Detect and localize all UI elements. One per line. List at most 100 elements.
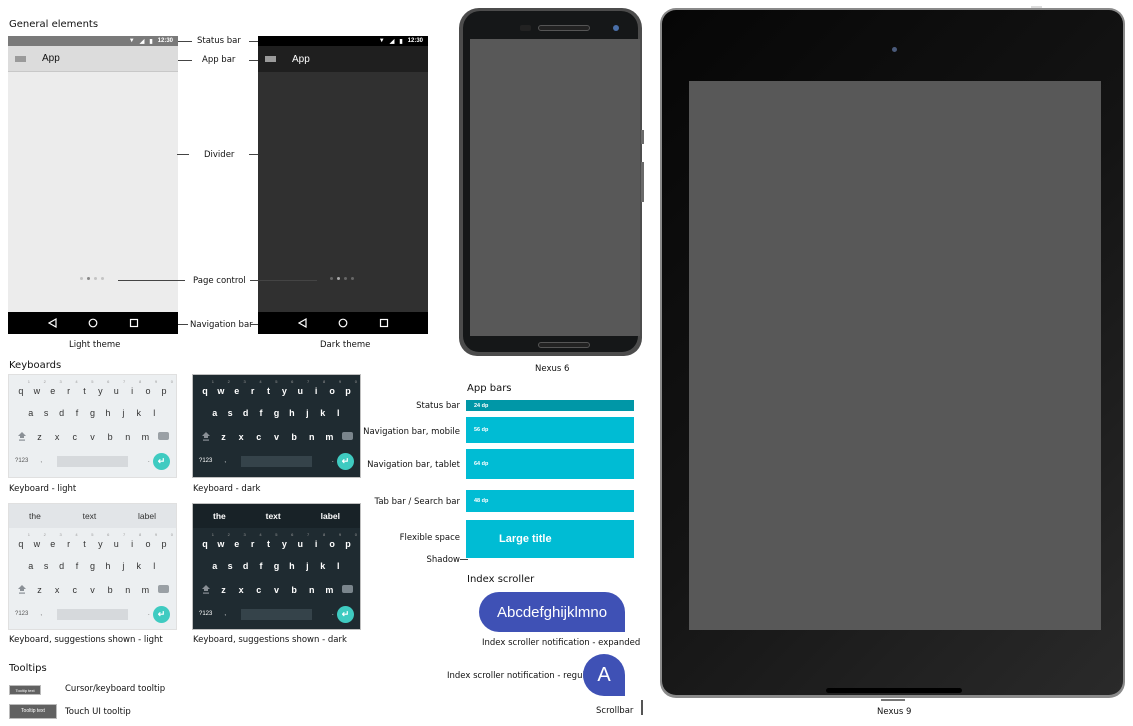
key[interactable]: j (301, 561, 313, 571)
key[interactable]: n (122, 585, 134, 595)
suggestion-item[interactable]: text (83, 511, 97, 521)
comma-key[interactable]: , (224, 458, 226, 464)
key[interactable]: m (139, 432, 151, 442)
key[interactable]: c (69, 585, 81, 595)
period-key[interactable]: . (148, 611, 150, 617)
comma-key[interactable]: , (40, 458, 42, 464)
key[interactable]: z (33, 432, 45, 442)
key[interactable]: c (253, 432, 265, 442)
key[interactable]: x (51, 585, 63, 595)
page-dot[interactable] (101, 277, 104, 280)
home-icon[interactable] (88, 318, 98, 328)
key[interactable]: a (209, 561, 221, 571)
key[interactable]: s (224, 561, 236, 571)
key[interactable]: y6 (278, 379, 294, 396)
key[interactable]: a (25, 408, 37, 418)
key[interactable]: f (71, 408, 83, 418)
symbols-key[interactable]: ?123 (199, 458, 212, 464)
key[interactable]: p0 (342, 379, 357, 396)
enter-key[interactable]: ↵ (153, 605, 170, 623)
key[interactable]: m (323, 432, 335, 442)
suggestion-item[interactable]: the (29, 511, 41, 521)
scrollbar-thumb[interactable] (641, 700, 643, 715)
key[interactable]: j (117, 561, 129, 571)
key[interactable]: p0 (342, 532, 357, 549)
period-key[interactable]: . (148, 458, 150, 464)
backspace-key[interactable] (157, 432, 169, 442)
back-icon[interactable] (297, 318, 307, 328)
page-dot[interactable] (330, 277, 333, 280)
space-key[interactable] (57, 455, 129, 467)
key[interactable]: w2 (215, 532, 230, 549)
key[interactable]: d (56, 408, 68, 418)
key[interactable]: e3 (47, 532, 62, 549)
key[interactable]: t5 (79, 532, 93, 549)
space-key[interactable] (57, 608, 129, 620)
key[interactable]: f (255, 561, 267, 571)
key[interactable]: s (224, 408, 236, 418)
key[interactable]: e3 (231, 532, 246, 549)
key[interactable]: u7 (110, 379, 126, 396)
key[interactable]: i8 (310, 532, 325, 549)
enter-key[interactable]: ↵ (153, 452, 170, 470)
back-icon[interactable] (47, 318, 57, 328)
key[interactable]: y6 (94, 379, 109, 396)
suggestion-item[interactable]: label (138, 511, 156, 521)
home-icon[interactable] (338, 318, 348, 328)
page-dot[interactable] (344, 277, 347, 280)
menu-icon[interactable] (15, 55, 26, 62)
key[interactable]: o9 (142, 379, 158, 396)
key[interactable]: x (235, 432, 247, 442)
symbols-key[interactable]: ?123 (15, 611, 28, 617)
key[interactable]: v (86, 585, 98, 595)
key[interactable]: r4 (63, 532, 78, 549)
key[interactable]: j (117, 408, 129, 418)
key[interactable]: t5 (79, 379, 93, 396)
key[interactable]: k (317, 561, 329, 571)
key[interactable]: j (301, 408, 313, 418)
symbols-key[interactable]: ?123 (15, 458, 28, 464)
key[interactable]: h (286, 561, 298, 571)
key[interactable]: w2 (31, 379, 46, 396)
key[interactable]: l (148, 408, 160, 418)
key[interactable]: y6 (94, 532, 109, 549)
space-key[interactable] (241, 455, 313, 467)
key[interactable]: u7 (110, 532, 126, 549)
key[interactable]: d (240, 561, 252, 571)
key[interactable]: l (332, 408, 344, 418)
key[interactable]: e3 (47, 379, 62, 396)
key[interactable]: x (235, 585, 247, 595)
key[interactable]: s (40, 561, 52, 571)
key[interactable]: p0 (158, 379, 173, 396)
suggestion-item[interactable]: the (213, 511, 226, 521)
page-control[interactable] (80, 277, 104, 280)
page-dot[interactable] (351, 277, 354, 280)
suggestion-item[interactable]: label (321, 511, 340, 521)
key[interactable]: f (71, 561, 83, 571)
key[interactable]: l (332, 561, 344, 571)
key[interactable]: t5 (263, 379, 278, 396)
key[interactable]: k (317, 408, 329, 418)
backspace-key[interactable] (341, 585, 353, 595)
key[interactable]: e3 (231, 379, 246, 396)
key[interactable]: w2 (215, 379, 230, 396)
key[interactable]: u7 (294, 532, 310, 549)
period-key[interactable]: . (332, 458, 334, 464)
enter-key[interactable]: ↵ (337, 452, 354, 470)
key[interactable]: l (148, 561, 160, 571)
enter-key[interactable]: ↵ (337, 605, 354, 623)
key[interactable]: c (253, 585, 265, 595)
comma-key[interactable]: , (224, 611, 226, 617)
space-key[interactable] (241, 608, 313, 620)
suggestion-item[interactable]: text (266, 511, 281, 521)
comma-key[interactable]: , (40, 611, 42, 617)
key[interactable]: k (133, 561, 145, 571)
recents-icon[interactable] (379, 318, 389, 328)
menu-icon[interactable] (265, 56, 276, 62)
symbols-key[interactable]: ?123 (199, 611, 212, 617)
page-control[interactable] (330, 277, 354, 280)
page-dot-active[interactable] (337, 277, 340, 280)
key[interactable]: n (122, 432, 134, 442)
key[interactable]: g (86, 408, 98, 418)
key[interactable]: q1 (15, 532, 30, 549)
